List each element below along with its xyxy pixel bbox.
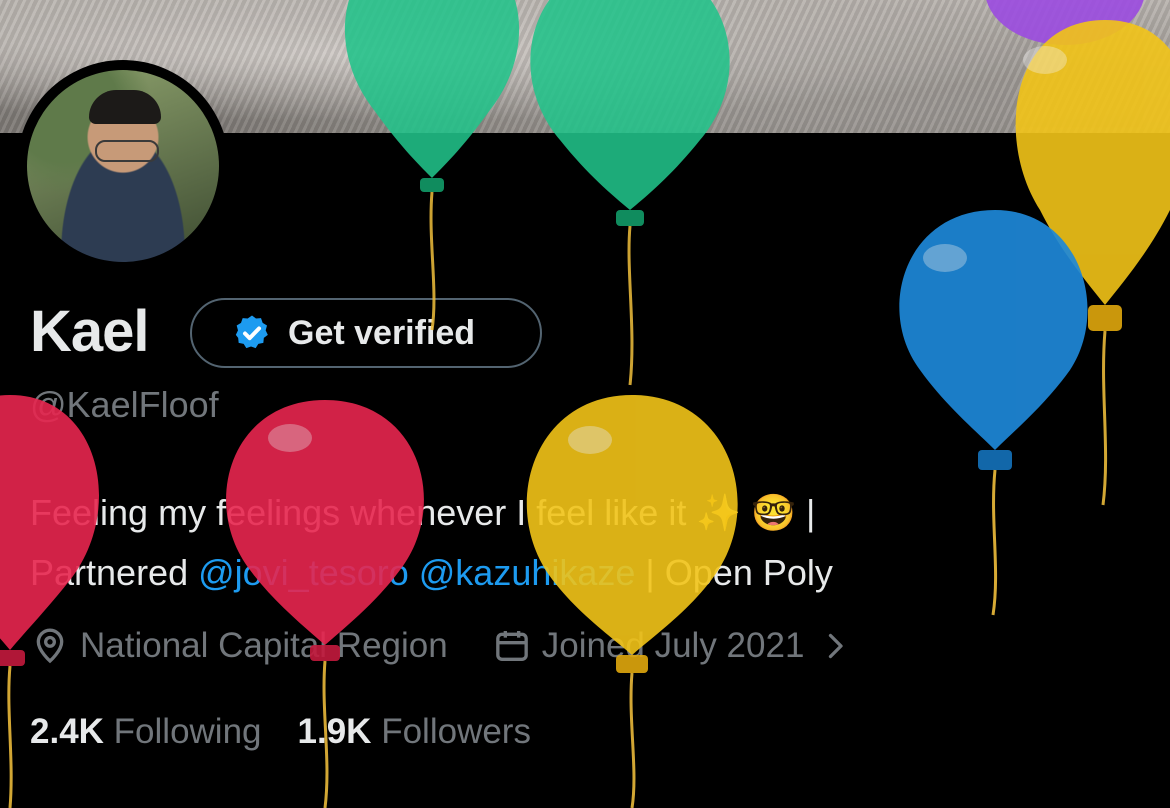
get-verified-label: Get verified [288, 313, 476, 352]
follow-stats: 2.4K Following 1.9K Followers [30, 712, 567, 752]
mention-link[interactable]: @jovi_tesoro [198, 552, 409, 593]
profile-bio: Feeling my feelings whenever I feel like… [30, 483, 1030, 603]
verified-badge-icon [235, 315, 268, 349]
joined-date[interactable]: Joined July 2021 [492, 626, 847, 666]
profile-name: Kael [30, 299, 150, 364]
following-count: 2.4K [30, 712, 104, 751]
avatar-hair [89, 90, 161, 124]
bio-line-1: Feeling my feelings whenever I feel like… [30, 492, 816, 533]
bio-prefix: Partnered [30, 552, 199, 593]
following-link[interactable]: 2.4K Following [30, 712, 262, 752]
chevron-right-icon [829, 633, 844, 659]
mention-link[interactable]: @kazuhikaze [419, 552, 636, 593]
followers-label: Followers [381, 712, 531, 751]
joined-text: Joined July 2021 [541, 626, 805, 665]
location-pin-icon [36, 628, 64, 664]
avatar-glasses [95, 140, 159, 162]
calendar-icon [495, 631, 528, 661]
get-verified-button[interactable]: Get verified [190, 298, 542, 368]
following-label: Following [113, 712, 262, 751]
avatar[interactable] [27, 70, 219, 262]
bio-line-2: Partnered @jovi_tesoro @kazuhikaze | Ope… [30, 543, 1030, 603]
location-text: National Capital Region [80, 626, 448, 665]
bio-suffix: | Open Poly [635, 552, 833, 593]
location: National Capital Region [30, 626, 448, 666]
profile-meta: National Capital Region Joined July 2021 [30, 626, 890, 666]
profile-handle: @KaelFloof [30, 384, 219, 425]
followers-link[interactable]: 1.9K Followers [298, 712, 531, 752]
followers-count: 1.9K [297, 712, 372, 751]
